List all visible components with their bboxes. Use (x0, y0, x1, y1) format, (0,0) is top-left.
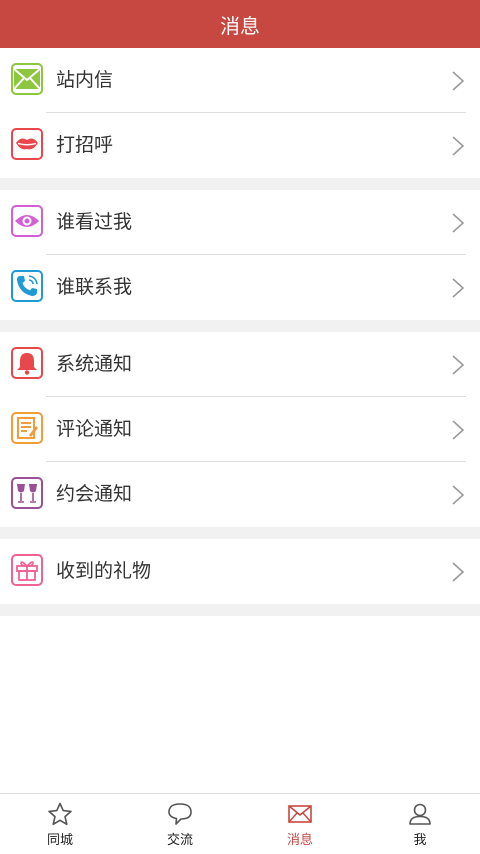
row-inbox[interactable]: 站内信 (0, 48, 480, 113)
row-greetings[interactable]: 打招呼 (0, 113, 480, 178)
row-label: 打招呼 (56, 134, 114, 156)
header-bar: 消息 (0, 0, 480, 48)
chevron-right-icon (452, 420, 465, 440)
message-list: 站内信 打招呼 谁看过我 谁联系我 系统通知 评论通知 约会通知 收到的礼物 (0, 48, 480, 616)
row-label: 谁联系我 (56, 276, 133, 298)
chat-bubble-icon (168, 803, 192, 825)
row-label: 约会通知 (56, 483, 133, 505)
row-date-notice[interactable]: 约会通知 (0, 462, 480, 527)
group-separator (0, 604, 480, 616)
star-icon (48, 802, 72, 826)
row-system-notice[interactable]: 系统通知 (0, 332, 480, 397)
envelope-icon (288, 805, 312, 823)
tab-label: 消息 (286, 833, 313, 848)
chevron-right-icon (452, 562, 465, 582)
tab-chat[interactable]: 交流 (120, 794, 240, 854)
row-label: 站内信 (56, 69, 114, 91)
group-separator (0, 527, 480, 539)
tab-label: 交流 (166, 833, 193, 848)
chevron-right-icon (452, 213, 465, 233)
chevron-right-icon (452, 278, 465, 298)
phone-icon (11, 270, 43, 302)
row-received-gifts[interactable]: 收到的礼物 (0, 539, 480, 604)
row-who-contacted-me[interactable]: 谁联系我 (0, 255, 480, 320)
person-icon (409, 803, 431, 825)
bell-icon (11, 347, 43, 379)
chevron-right-icon (452, 485, 465, 505)
row-label: 谁看过我 (56, 211, 133, 233)
note-icon (11, 412, 43, 444)
wine-glasses-icon (11, 477, 43, 509)
bottom-tab-bar: 同城 交流 消息 我 (0, 793, 480, 854)
chevron-right-icon (452, 355, 465, 375)
tab-label: 我 (413, 833, 427, 848)
eye-icon (11, 205, 43, 237)
row-comment-notice[interactable]: 评论通知 (0, 397, 480, 462)
group-separator (0, 320, 480, 332)
row-label: 系统通知 (56, 353, 133, 375)
row-label: 评论通知 (56, 418, 133, 440)
tab-me[interactable]: 我 (360, 794, 480, 854)
tab-nearby[interactable]: 同城 (0, 794, 120, 854)
lips-icon (11, 128, 43, 160)
tab-label: 同城 (46, 833, 73, 848)
mail-icon (11, 63, 43, 95)
gift-icon (11, 554, 43, 586)
row-who-viewed-me[interactable]: 谁看过我 (0, 190, 480, 255)
page-title: 消息 (220, 13, 260, 38)
chevron-right-icon (452, 136, 465, 156)
row-label: 收到的礼物 (56, 560, 152, 582)
group-separator (0, 178, 480, 190)
chevron-right-icon (452, 71, 465, 91)
tab-messages[interactable]: 消息 (240, 794, 360, 854)
